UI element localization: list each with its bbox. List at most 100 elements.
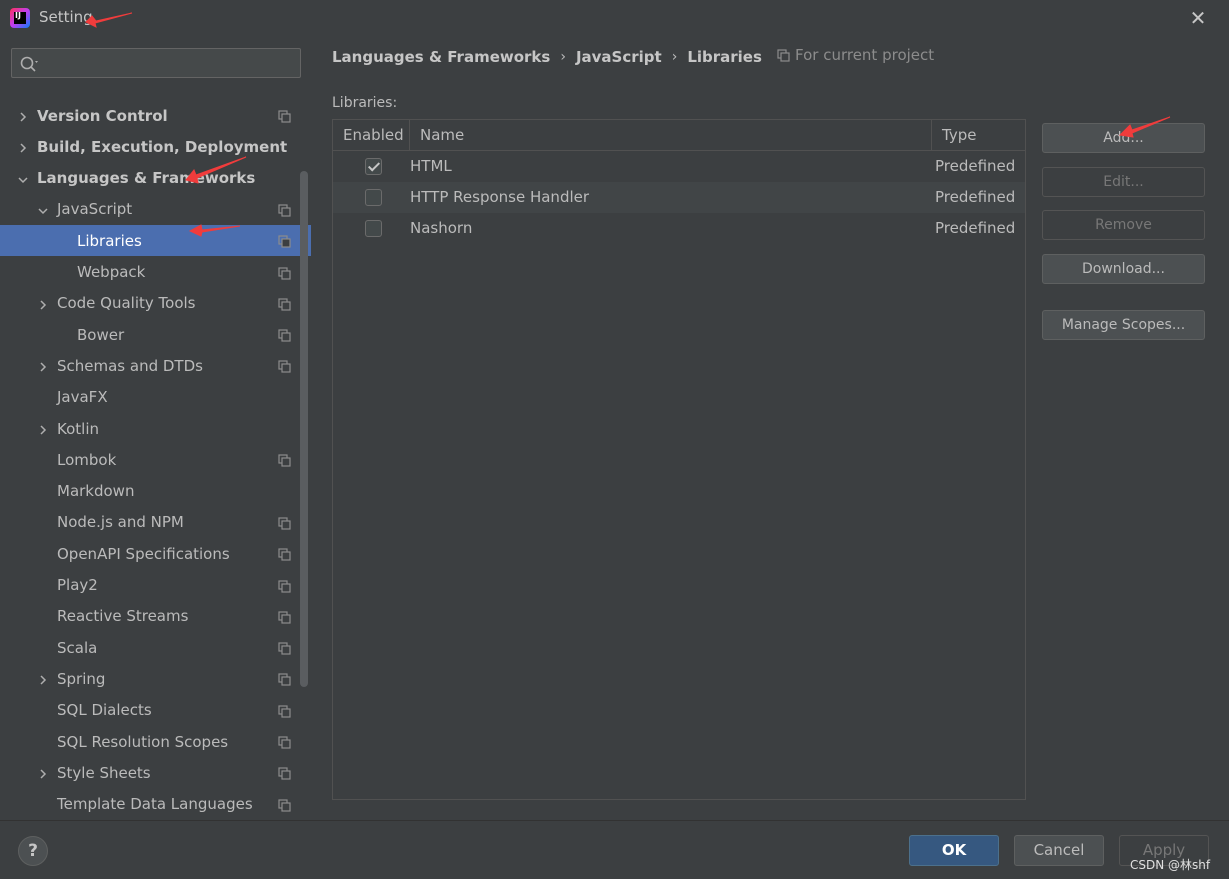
project-scope-icon: [278, 266, 291, 280]
sidebar-item[interactable]: Version Control: [0, 100, 311, 131]
table-row[interactable]: HTTP Response Handler Predefined: [333, 182, 1025, 213]
sidebar-item[interactable]: Kotlin: [0, 413, 311, 444]
column-header-type[interactable]: Type: [932, 120, 1025, 151]
sidebar-item-label: Schemas and DTDs: [57, 356, 203, 375]
breadcrumb-item[interactable]: JavaScript: [576, 48, 662, 66]
sidebar-item[interactable]: Webpack: [0, 257, 311, 288]
sidebar-item-label: Kotlin: [57, 419, 99, 438]
scope-hint-text: For current project: [795, 46, 935, 64]
sidebar-item-label: Libraries: [77, 231, 142, 250]
sidebar-item[interactable]: SQL Dialects: [0, 695, 311, 726]
dialog-footer: ? OK Cancel Apply CSDN @林shf: [0, 820, 1229, 879]
sidebar-item[interactable]: Style Sheets: [0, 757, 311, 788]
ok-button[interactable]: OK: [909, 835, 999, 866]
library-type: Predefined: [935, 188, 1016, 206]
sidebar-item[interactable]: JavaFX: [0, 382, 311, 413]
download-button[interactable]: Download...: [1042, 254, 1205, 284]
sidebar-scrollbar[interactable]: [300, 171, 308, 687]
search-input[interactable]: [46, 53, 294, 73]
sidebar-item-label: Code Quality Tools: [57, 294, 196, 313]
sidebar-item[interactable]: Build, Execution, Deployment: [0, 131, 311, 162]
chevron-right-icon[interactable]: [37, 672, 49, 685]
sidebar-item[interactable]: Scala: [0, 632, 311, 663]
sidebar-item[interactable]: Play2: [0, 570, 311, 601]
sidebar-item[interactable]: OpenAPI Specifications: [0, 538, 311, 569]
sidebar-item-label: Spring: [57, 669, 106, 688]
project-scope-icon: [278, 297, 291, 311]
library-name: HTML: [410, 157, 452, 175]
table-row[interactable]: Nashorn Predefined: [333, 213, 1025, 244]
chevron-down-icon[interactable]: [37, 203, 49, 215]
sidebar-item[interactable]: Bower: [0, 319, 311, 350]
project-scope-icon: [278, 610, 291, 624]
library-name: Nashorn: [410, 219, 473, 237]
chevron-right-icon[interactable]: [37, 297, 49, 310]
project-scope-icon: [278, 766, 291, 780]
intellij-logo-icon: IJ: [10, 8, 30, 28]
sidebar-item[interactable]: Template Data Languages: [0, 789, 311, 820]
settings-content: Languages & Frameworks › JavaScript › Li…: [311, 36, 1229, 820]
table-row[interactable]: HTML Predefined: [333, 151, 1025, 182]
libraries-label: Libraries:: [332, 95, 398, 111]
sidebar-item-label: SQL Resolution Scopes: [57, 732, 229, 751]
sidebar-item[interactable]: Code Quality Tools: [0, 288, 311, 319]
project-scope-icon: [777, 48, 790, 62]
sidebar-item-label: JavaFX: [57, 388, 108, 407]
add-button[interactable]: Add...: [1042, 123, 1205, 153]
chevron-right-icon[interactable]: [17, 140, 29, 153]
sidebar-item[interactable]: Reactive Streams: [0, 601, 311, 632]
project-scope-icon: [278, 672, 291, 686]
chevron-down-icon[interactable]: [17, 172, 29, 184]
library-type: Predefined: [935, 157, 1016, 175]
sidebar-item-label: Build, Execution, Deployment: [37, 137, 288, 156]
cancel-button[interactable]: Cancel: [1014, 835, 1104, 866]
chevron-right-icon[interactable]: [37, 422, 49, 435]
sidebar-item[interactable]: Languages & Frameworks: [0, 163, 311, 194]
sidebar-item-label: Webpack: [77, 263, 146, 281]
project-scope-icon: [278, 203, 291, 217]
sidebar-item[interactable]: Libraries: [0, 225, 311, 257]
project-scope-icon: [278, 641, 291, 655]
sidebar-item[interactable]: JavaScript: [0, 194, 311, 225]
sidebar-item[interactable]: SQL Resolution Scopes: [0, 726, 311, 757]
sidebar-item[interactable]: Spring: [0, 663, 311, 694]
manage-scopes-button[interactable]: Manage Scopes...: [1042, 310, 1205, 340]
breadcrumb-item: Libraries: [687, 48, 762, 66]
sidebar-item-label: Scala: [57, 638, 98, 657]
sidebar-item[interactable]: Schemas and DTDs: [0, 350, 311, 381]
project-scope-icon: [278, 453, 291, 467]
column-header-enabled[interactable]: Enabled: [333, 120, 410, 151]
chevron-right-icon[interactable]: [37, 359, 49, 372]
settings-sidebar: Version Control Build, Execution, Deploym…: [0, 36, 311, 820]
project-scope-icon: [278, 704, 291, 718]
edit-button[interactable]: Edit...: [1042, 167, 1205, 197]
sidebar-item-label: OpenAPI Specifications: [57, 544, 230, 563]
table-header: Enabled Name Type: [333, 120, 1025, 151]
remove-button[interactable]: Remove: [1042, 210, 1205, 240]
project-scope-icon: [278, 109, 291, 123]
sidebar-item[interactable]: Markdown: [0, 476, 311, 507]
enabled-checkbox[interactable]: [365, 158, 382, 175]
breadcrumb-separator: ›: [671, 49, 678, 65]
project-scope-icon: [278, 234, 291, 248]
close-icon[interactable]: ✕: [1186, 6, 1210, 30]
chevron-right-icon[interactable]: [37, 766, 49, 779]
library-name: HTTP Response Handler: [410, 188, 590, 206]
sidebar-item-label: Play2: [57, 576, 98, 594]
project-scope-icon: [278, 547, 291, 561]
sidebar-item-label: Style Sheets: [57, 763, 151, 782]
sidebar-item[interactable]: Lombok: [0, 444, 311, 475]
search-field[interactable]: [11, 48, 301, 78]
sidebar-item[interactable]: Node.js and NPM: [0, 507, 311, 538]
sidebar-item-label: JavaScript: [57, 200, 133, 219]
project-scope-icon: [278, 516, 291, 530]
help-button[interactable]: ?: [18, 836, 48, 866]
chevron-right-icon[interactable]: [17, 109, 29, 122]
column-header-name[interactable]: Name: [410, 120, 932, 151]
breadcrumb-separator: ›: [560, 49, 566, 65]
breadcrumb-item[interactable]: Languages & Frameworks: [332, 48, 550, 66]
enabled-checkbox[interactable]: [365, 189, 382, 206]
enabled-checkbox[interactable]: [365, 220, 382, 237]
sidebar-item-label: Markdown: [57, 482, 135, 501]
sidebar-item-label: Reactive Streams: [57, 607, 189, 626]
